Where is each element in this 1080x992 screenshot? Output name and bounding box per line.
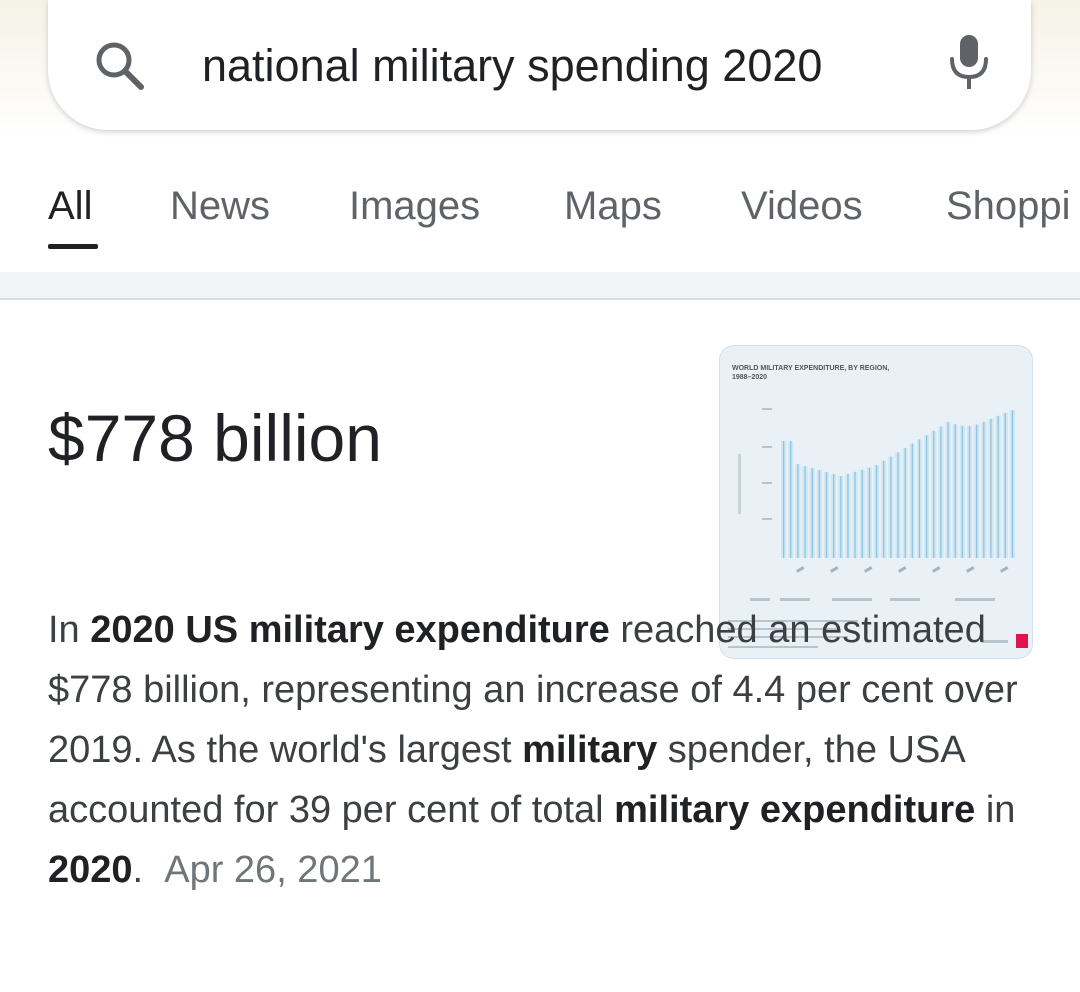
featured-answer: $778 billion	[48, 401, 382, 475]
snippet-bold-3: military expenditure	[614, 789, 976, 831]
tab-news[interactable]: News	[170, 170, 270, 242]
snippet-bold-4: 2020	[48, 849, 133, 891]
tab-all[interactable]: All	[48, 170, 92, 242]
thumbnail-title-line1: WORLD MILITARY EXPENDITURE, BY REGION,	[732, 365, 889, 372]
answer-snippet: In 2020 US military expenditure reached …	[48, 609, 1018, 891]
thumbnail-title-line2: 1988–2020	[732, 374, 767, 381]
microphone-icon[interactable]	[946, 33, 992, 93]
snippet-bold-2: military	[522, 729, 658, 771]
search-icon[interactable]	[92, 38, 148, 94]
section-divider	[0, 272, 1080, 300]
tab-maps[interactable]: Maps	[564, 170, 662, 242]
snippet-bold-1: 2020 US military expenditure	[90, 609, 610, 651]
active-tab-indicator	[48, 244, 98, 249]
tab-shopping[interactable]: Shoppi	[946, 170, 1071, 242]
tab-videos[interactable]: Videos	[741, 170, 863, 242]
search-tabs: All News Images Maps Videos Shoppi	[0, 170, 1080, 260]
tab-images[interactable]: Images	[349, 170, 480, 242]
snippet-date: Apr 26, 2021	[164, 849, 382, 891]
search-input[interactable]: national military spending 2020	[202, 38, 822, 94]
